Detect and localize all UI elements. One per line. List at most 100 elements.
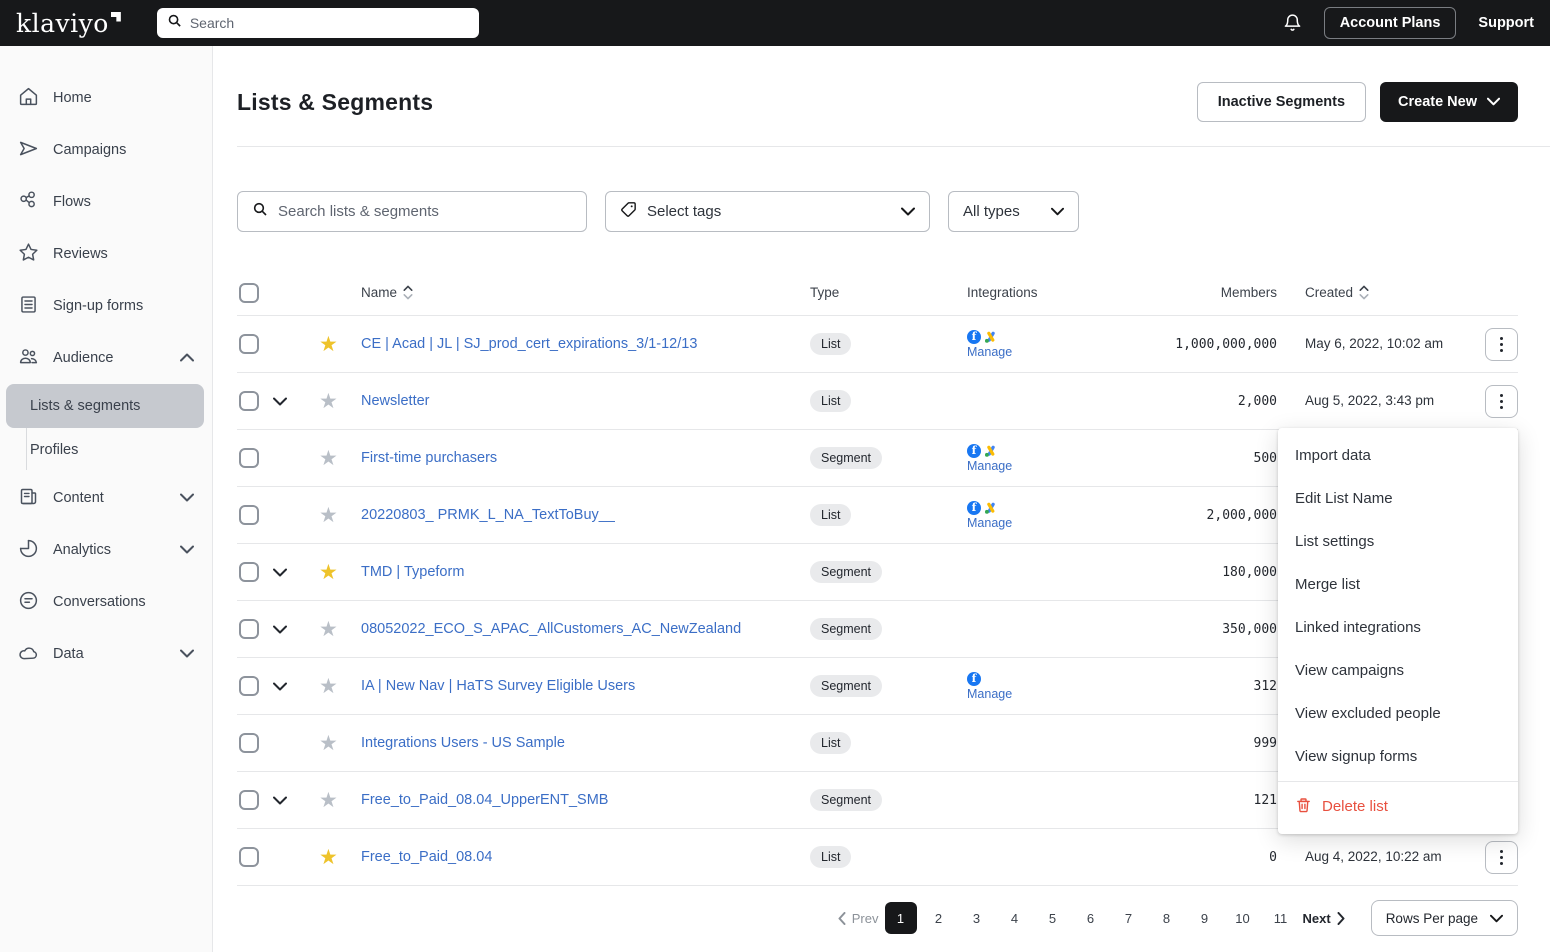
klaviyo-logo[interactable]: klaviyo [16, 9, 121, 38]
pagination-prev-button[interactable]: Prev [838, 911, 879, 926]
row-checkbox[interactable] [239, 562, 259, 582]
pagination-page-10[interactable]: 10 [1227, 902, 1259, 934]
row-checkbox[interactable] [239, 619, 259, 639]
favorite-star-icon[interactable]: ★ [319, 847, 338, 868]
pagination-page-6[interactable]: 6 [1075, 902, 1107, 934]
sidebar-item-content[interactable]: Content [0, 472, 212, 524]
pagination-page-9[interactable]: 9 [1189, 902, 1221, 934]
sidebar-subitem-lists-segments[interactable]: Lists & segments [6, 384, 204, 428]
favorite-star-icon[interactable]: ★ [319, 391, 338, 412]
favorite-star-icon[interactable]: ★ [319, 676, 338, 697]
menu-item-list-settings[interactable]: List settings [1278, 520, 1518, 563]
list-name-link[interactable]: 08052022_ECO_S_APAC_AllCustomers_AC_NewZ… [361, 621, 741, 637]
favorite-star-icon[interactable]: ★ [319, 619, 338, 640]
pagination-page-5[interactable]: 5 [1037, 902, 1069, 934]
list-name-link[interactable]: TMD | Typeform [361, 564, 464, 580]
row-checkbox[interactable] [239, 391, 259, 411]
sidebar-item-analytics[interactable]: Analytics [0, 524, 212, 576]
favorite-star-icon[interactable]: ★ [319, 733, 338, 754]
topbar: klaviyo Account Plans Support [0, 0, 1550, 46]
select-all-checkbox[interactable] [239, 283, 259, 303]
lists-search-field[interactable] [237, 191, 587, 232]
type-filter-dropdown[interactable]: All types [948, 191, 1079, 232]
sidebar-item-campaigns[interactable]: Campaigns [0, 124, 212, 176]
audience-icon [18, 346, 39, 371]
created-date: May 6, 2022, 10:02 am [1305, 336, 1443, 351]
sidebar-item-sign-up-forms[interactable]: Sign-up forms [0, 280, 212, 332]
favorite-star-icon[interactable]: ★ [319, 505, 338, 526]
list-name-link[interactable]: CE | Acad | JL | SJ_prod_cert_expiration… [361, 336, 697, 352]
notifications-bell-icon[interactable] [1283, 13, 1302, 33]
sort-by-created[interactable]: Created [1305, 285, 1369, 300]
pagination-page-8[interactable]: 8 [1151, 902, 1183, 934]
row-checkbox[interactable] [239, 505, 259, 525]
row-checkbox[interactable] [239, 448, 259, 468]
favorite-star-icon[interactable]: ★ [319, 562, 338, 583]
sidebar-item-home[interactable]: Home [0, 72, 212, 124]
pagination-page-11[interactable]: 11 [1265, 902, 1297, 934]
sort-icon [403, 285, 413, 300]
members-count: 350,000 [1222, 622, 1277, 637]
menu-item-view-signup-forms[interactable]: View signup forms [1278, 735, 1518, 778]
row-checkbox[interactable] [239, 733, 259, 753]
row-actions-kebab-button[interactable] [1485, 841, 1518, 874]
manage-integrations-link[interactable]: Manage [967, 516, 1012, 530]
global-search-input[interactable] [190, 15, 469, 31]
inactive-segments-button[interactable]: Inactive Segments [1197, 82, 1366, 122]
sidebar-item-flows[interactable]: Flows [0, 176, 212, 228]
expand-row-chevron-icon[interactable] [273, 397, 287, 406]
pagination-next-button[interactable]: Next [1303, 911, 1345, 926]
menu-item-view-campaigns[interactable]: View campaigns [1278, 649, 1518, 692]
lists-search-input[interactable] [278, 203, 572, 220]
row-checkbox[interactable] [239, 847, 259, 867]
list-name-link[interactable]: Integrations Users - US Sample [361, 735, 565, 751]
expand-row-chevron-icon[interactable] [273, 568, 287, 577]
pagination-page-1[interactable]: 1 [885, 902, 917, 934]
menu-item-view-excluded-people[interactable]: View excluded people [1278, 692, 1518, 735]
global-search[interactable] [157, 8, 479, 38]
facebook-icon: f [967, 330, 981, 344]
select-tags-dropdown[interactable]: Select tags [605, 191, 930, 232]
list-name-link[interactable]: IA | New Nav | HaTS Survey Eligible User… [361, 678, 635, 694]
menu-item-delete-list[interactable]: Delete list [1278, 785, 1518, 828]
favorite-star-icon[interactable]: ★ [319, 790, 338, 811]
sidebar-subitem-profiles[interactable]: Profiles [6, 428, 204, 472]
menu-item-edit-list-name[interactable]: Edit List Name [1278, 477, 1518, 520]
row-checkbox[interactable] [239, 790, 259, 810]
account-plans-button[interactable]: Account Plans [1324, 7, 1457, 39]
pagination-page-4[interactable]: 4 [999, 902, 1031, 934]
expand-row-chevron-icon[interactable] [273, 796, 287, 805]
members-count: 500 [1254, 451, 1277, 466]
list-name-link[interactable]: First-time purchasers [361, 450, 497, 466]
sidebar-item-reviews[interactable]: Reviews [0, 228, 212, 280]
row-checkbox[interactable] [239, 676, 259, 696]
row-actions-kebab-button[interactable] [1485, 328, 1518, 361]
menu-item-import-data[interactable]: Import data [1278, 434, 1518, 477]
manage-integrations-link[interactable]: Manage [967, 459, 1012, 473]
manage-integrations-link[interactable]: Manage [967, 345, 1012, 359]
list-name-link[interactable]: Free_to_Paid_08.04_UpperENT_SMB [361, 792, 608, 808]
sidebar-item-conversations[interactable]: Conversations [0, 576, 212, 628]
list-name-link[interactable]: 20220803_ PRMK_L_NA_TextToBuy__ [361, 507, 615, 523]
rows-per-page-select[interactable]: Rows Per page [1371, 900, 1518, 936]
pagination-page-3[interactable]: 3 [961, 902, 993, 934]
support-link[interactable]: Support [1478, 15, 1534, 31]
manage-integrations-link[interactable]: Manage [967, 687, 1012, 701]
expand-row-chevron-icon[interactable] [273, 625, 287, 634]
favorite-star-icon[interactable]: ★ [319, 334, 338, 355]
row-checkbox[interactable] [239, 334, 259, 354]
pagination-page-7[interactable]: 7 [1113, 902, 1145, 934]
favorite-star-icon[interactable]: ★ [319, 448, 338, 469]
sort-icon [1359, 285, 1369, 300]
menu-item-merge-list[interactable]: Merge list [1278, 563, 1518, 606]
create-new-button[interactable]: Create New [1380, 82, 1518, 122]
expand-row-chevron-icon[interactable] [273, 682, 287, 691]
menu-item-linked-integrations[interactable]: Linked integrations [1278, 606, 1518, 649]
row-actions-kebab-button[interactable] [1485, 385, 1518, 418]
sidebar-item-data[interactable]: Data [0, 628, 212, 680]
pagination-page-2[interactable]: 2 [923, 902, 955, 934]
sidebar-item-audience[interactable]: Audience [0, 332, 212, 384]
list-name-link[interactable]: Newsletter [361, 393, 430, 409]
sort-by-name[interactable]: Name [361, 285, 413, 300]
list-name-link[interactable]: Free_to_Paid_08.04 [361, 849, 492, 865]
